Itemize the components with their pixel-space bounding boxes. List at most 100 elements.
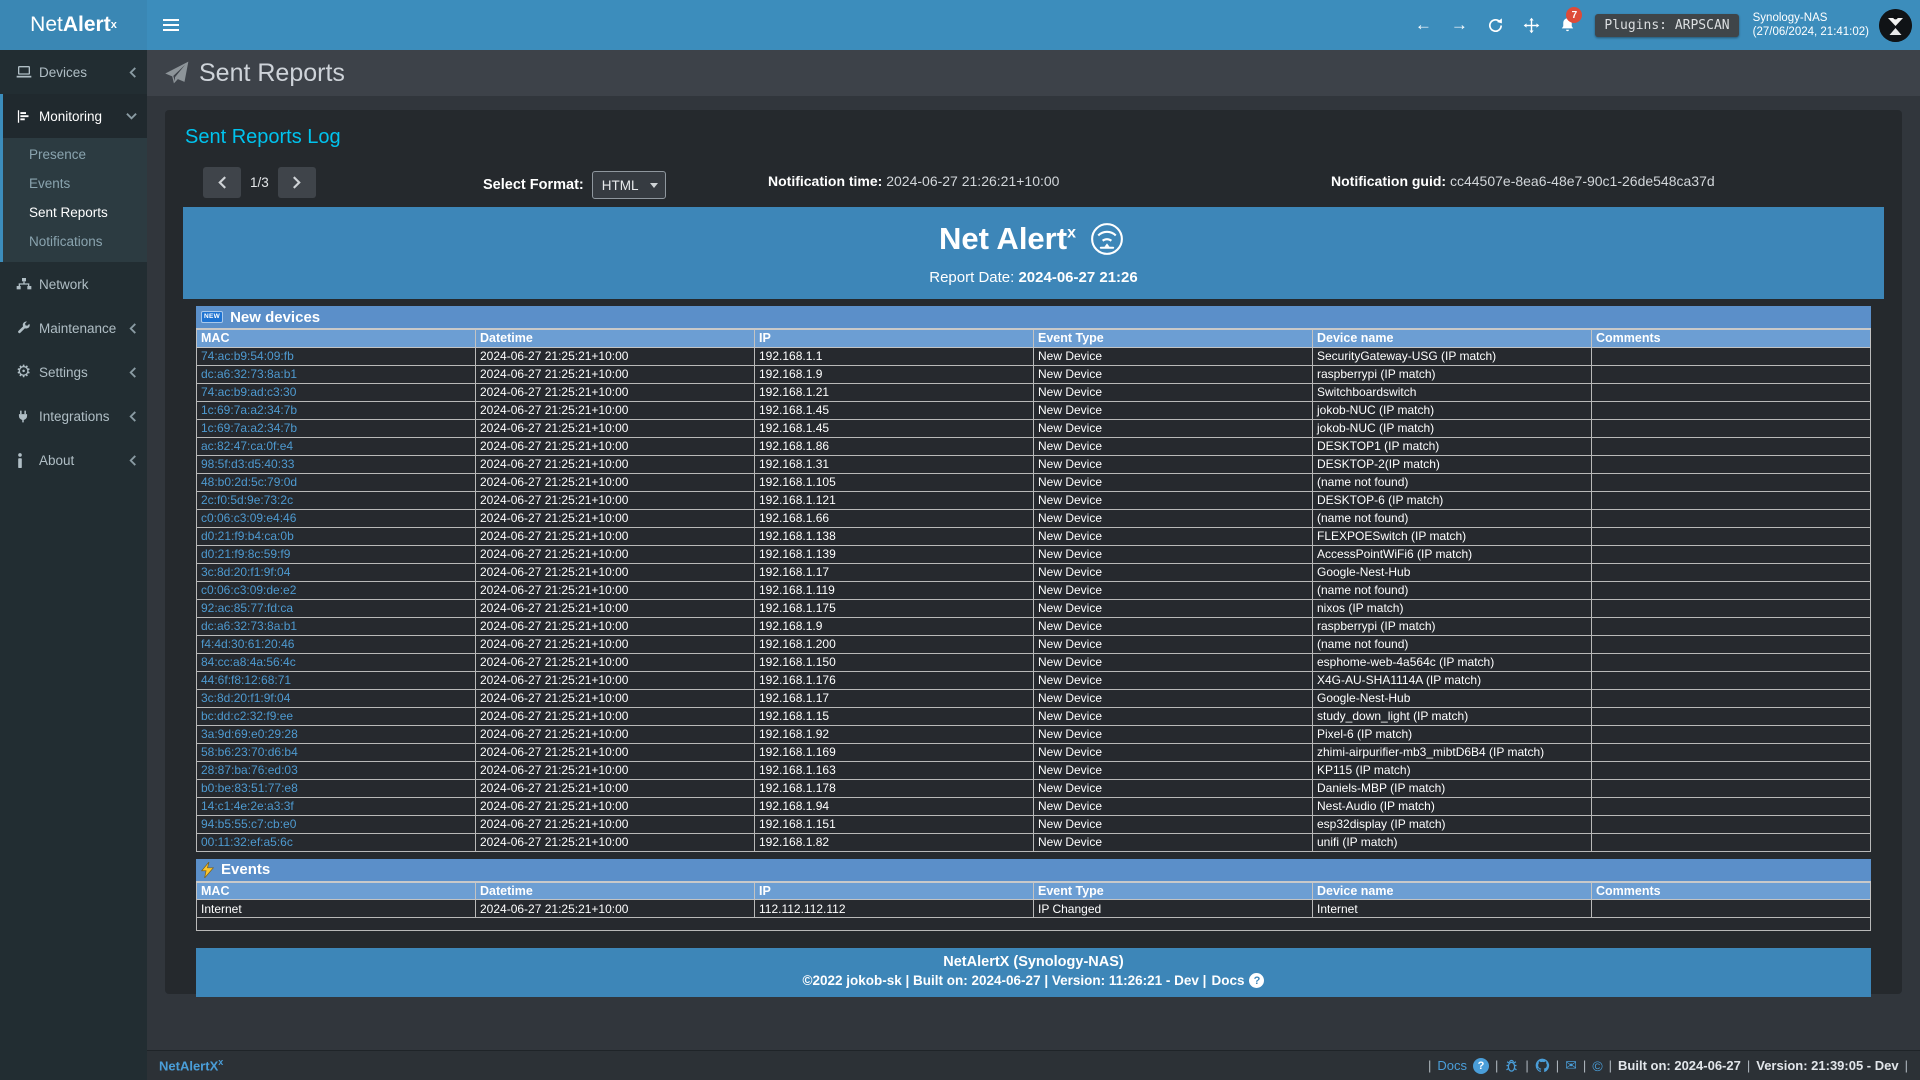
mac-link-cell[interactable]: dc:a6:32:73:8a:b1	[197, 365, 476, 383]
mac-link-cell[interactable]: 74:ac:b9:54:09:fb	[197, 347, 476, 365]
bug-report-icon[interactable]	[1504, 1058, 1519, 1073]
sidebar-item-label: Integrations	[39, 409, 129, 424]
cell: 2024-06-27 21:25:21+10:00	[476, 653, 755, 671]
mac-link-cell[interactable]: 44:6f:f8:12:68:71	[197, 671, 476, 689]
report-controls: 1/3 Select Format: HTML Notification tim…	[183, 149, 1884, 207]
sidebar-item-maintenance[interactable]: Maintenance	[0, 306, 147, 350]
next-page-button[interactable]	[278, 167, 316, 198]
cell: 2024-06-27 21:25:21+10:00	[476, 617, 755, 635]
table-row: dc:a6:32:73:8a:b12024-06-27 21:25:21+10:…	[197, 365, 1871, 383]
mac-link-cell[interactable]: 1c:69:7a:a2:34:7b	[197, 419, 476, 437]
new-devices-table: MACDatetimeIPEvent TypeDevice nameCommen…	[196, 328, 1871, 852]
user-avatar[interactable]	[1879, 9, 1912, 42]
mac-link-cell[interactable]: dc:a6:32:73:8a:b1	[197, 617, 476, 635]
cell: (name not found)	[1313, 635, 1592, 653]
sidebar-item-events[interactable]: Events	[3, 169, 147, 198]
mac-link-cell[interactable]: b0:be:83:51:77:e8	[197, 779, 476, 797]
main-content: Sent Reports Sent Reports Log 1/3 Select…	[147, 50, 1920, 1050]
mac-link-cell[interactable]: 94:b5:55:c7:cb:e0	[197, 815, 476, 833]
cell: Internet	[1313, 900, 1592, 918]
cell: 2024-06-27 21:25:21+10:00	[476, 527, 755, 545]
mac-link-cell[interactable]: 3a:9d:69:e0:29:28	[197, 725, 476, 743]
mac-link-cell[interactable]: 1c:69:7a:a2:34:7b	[197, 401, 476, 419]
report-docs-link[interactable]: Docs	[1211, 973, 1244, 988]
column-header: Datetime	[476, 882, 755, 900]
mac-link-cell[interactable]: 3c:8d:20:f1:9f:04	[197, 689, 476, 707]
sidebar-item-notifications[interactable]: Notifications	[3, 227, 147, 256]
mac-link-cell[interactable]: ac:82:47:ca:0f:e4	[197, 437, 476, 455]
mac-link-cell[interactable]: 2c:f0:5d:9e:73:2c	[197, 491, 476, 509]
mac-link-cell[interactable]: 98:5f:d3:d5:40:33	[197, 455, 476, 473]
cell: New Device	[1034, 365, 1313, 383]
table-row: 3c:8d:20:f1:9f:042024-06-27 21:25:21+10:…	[197, 563, 1871, 581]
mac-link-cell[interactable]: 28:87:ba:76:ed:03	[197, 761, 476, 779]
mac-link-cell[interactable]: 58:b6:23:70:d6:b4	[197, 743, 476, 761]
mac-link-cell[interactable]: 48:b0:2d:5c:79:0d	[197, 473, 476, 491]
envelope-icon[interactable]: ✉	[1565, 1057, 1577, 1074]
nav-back-button[interactable]: ←	[1405, 0, 1441, 50]
sidebar-item-devices[interactable]: Devices	[0, 50, 147, 94]
app-logo[interactable]: NetAlertx	[0, 0, 147, 50]
footer-brand[interactable]: NetAlertXx	[159, 1057, 223, 1073]
sidebar-item-settings[interactable]: ⚙ Settings	[0, 350, 147, 394]
column-header: MAC	[197, 329, 476, 347]
plugins-status-pill: Plugins: ARPSCAN	[1595, 14, 1738, 37]
cell: 2024-06-27 21:25:21+10:00	[476, 671, 755, 689]
github-icon[interactable]	[1535, 1058, 1550, 1073]
mac-link-cell[interactable]: 92:ac:85:77:fd:ca	[197, 599, 476, 617]
mac-link-cell[interactable]: c0:06:c3:09:de:e2	[197, 581, 476, 599]
mac-link-cell[interactable]: 84:cc:a8:4a:56:4c	[197, 653, 476, 671]
cell: New Device	[1034, 797, 1313, 815]
sidebar-item-presence[interactable]: Presence	[3, 140, 147, 169]
section-title: New devices	[230, 309, 320, 326]
cell: 192.168.1.17	[755, 689, 1034, 707]
column-header: MAC	[197, 882, 476, 900]
mac-link-cell[interactable]: 74:ac:b9:ad:c3:30	[197, 383, 476, 401]
cell: 192.168.1.200	[755, 635, 1034, 653]
prev-page-button[interactable]	[203, 167, 241, 198]
cell: zhimi-airpurifier-mb3_mibtD6B4 (IP match…	[1313, 743, 1592, 761]
sidebar-toggle-button[interactable]	[147, 0, 195, 50]
cell: New Device	[1034, 779, 1313, 797]
column-header: Event Type	[1034, 882, 1313, 900]
format-select[interactable]: HTML	[592, 171, 666, 199]
cell	[1592, 900, 1871, 918]
mac-link-cell[interactable]: 3c:8d:20:f1:9f:04	[197, 563, 476, 581]
mac-link-cell[interactable]: 00:11:32:ef:a5:6c	[197, 833, 476, 851]
cell	[1592, 761, 1871, 779]
sidebar-item-monitoring[interactable]: Monitoring	[3, 94, 147, 138]
cell: New Device	[1034, 725, 1313, 743]
sidebar-item-sent-reports[interactable]: Sent Reports	[3, 198, 147, 227]
cell: 2024-06-27 21:25:21+10:00	[476, 815, 755, 833]
table-row: ac:82:47:ca:0f:e42024-06-27 21:25:21+10:…	[197, 437, 1871, 455]
mac-link-cell[interactable]: d0:21:f9:b4:ca:0b	[197, 527, 476, 545]
cell	[1592, 491, 1871, 509]
sitemap-icon	[16, 277, 39, 291]
report-title: Net Alertx	[183, 218, 1884, 260]
nav-notifications-button[interactable]: 7	[1549, 0, 1585, 50]
chevron-down-icon	[126, 112, 137, 120]
report-footer-title: NetAlertX (Synology-NAS)	[196, 954, 1871, 970]
mac-link-cell[interactable]: f4:4d:30:61:20:46	[197, 635, 476, 653]
table-row: d0:21:f9:b4:ca:0b2024-06-27 21:25:21+10:…	[197, 527, 1871, 545]
cell: unifi (IP match)	[1313, 833, 1592, 851]
mac-link-cell[interactable]: d0:21:f9:8c:59:f9	[197, 545, 476, 563]
copyright-icon[interactable]: ©	[1592, 1058, 1602, 1074]
chevron-left-icon	[129, 323, 137, 334]
table-row: 84:cc:a8:4a:56:4c2024-06-27 21:25:21+10:…	[197, 653, 1871, 671]
mac-link-cell[interactable]: c0:06:c3:09:e4:46	[197, 509, 476, 527]
nav-move-button[interactable]	[1513, 0, 1549, 50]
table-row: 48:b0:2d:5c:79:0d2024-06-27 21:25:21+10:…	[197, 473, 1871, 491]
nav-forward-button[interactable]: →	[1441, 0, 1477, 50]
mac-link-cell[interactable]: 14:c1:4e:2e:a3:3f	[197, 797, 476, 815]
mac-link-cell[interactable]: bc:dd:c2:32:f9:ee	[197, 707, 476, 725]
sidebar-item-network[interactable]: Network	[0, 262, 147, 306]
cell: New Device	[1034, 545, 1313, 563]
question-circle-icon[interactable]: ?	[1473, 1058, 1489, 1074]
footer-docs-link[interactable]: Docs	[1437, 1058, 1467, 1073]
sidebar-item-about[interactable]: About	[0, 438, 147, 482]
card-title-link[interactable]: Sent Reports Log	[185, 126, 1884, 149]
sidebar-item-integrations[interactable]: Integrations	[0, 394, 147, 438]
nav-refresh-button[interactable]	[1477, 0, 1513, 50]
cell: 2024-06-27 21:25:21+10:00	[476, 797, 755, 815]
